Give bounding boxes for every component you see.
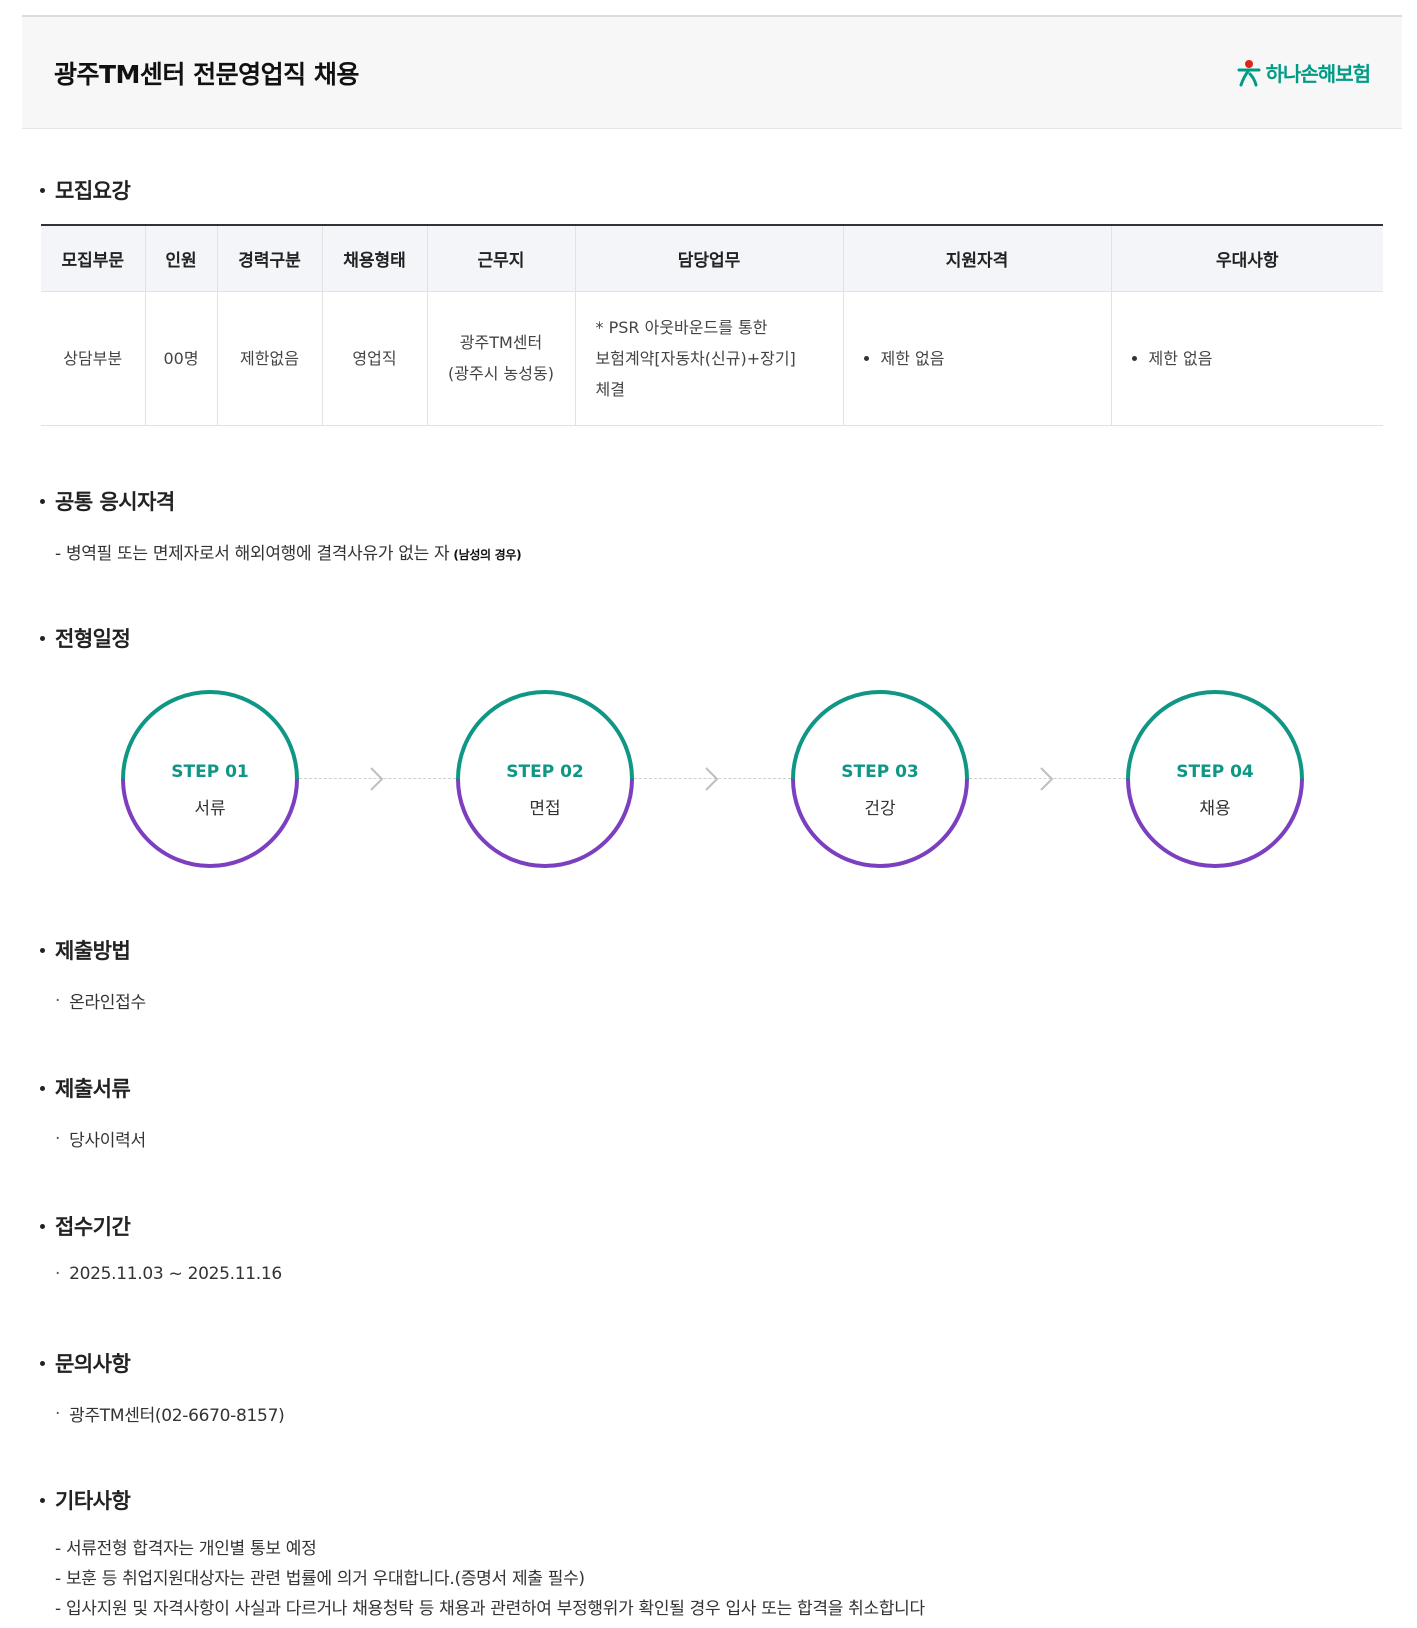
section-title-text: 접수기간 bbox=[55, 1215, 131, 1239]
section-title-text: 기타사항 bbox=[55, 1489, 131, 1513]
qualification-text: 제한 없음 bbox=[880, 348, 945, 368]
page-title: 광주TM센터 전문영업직 채용 bbox=[54, 59, 359, 89]
middot-icon: · bbox=[55, 990, 61, 1011]
common-qualification-text: - 병역필 또는 면제자로서 해외여행에 결격사유가 없는 자 (남성의 경우) bbox=[55, 539, 522, 564]
bullet-icon bbox=[40, 1085, 45, 1091]
step-number: STEP 04 bbox=[1176, 762, 1254, 782]
period-item: · 2025.11.03 ~ 2025.11.16 bbox=[55, 1264, 282, 1284]
duty-line-1: * PSR 아웃바운드를 통한 bbox=[595, 317, 768, 337]
middot-icon: · bbox=[55, 1264, 61, 1284]
hana-logo-icon bbox=[1237, 59, 1261, 86]
cell-headcount: 00명 bbox=[144, 291, 217, 426]
section-title-text: 제출방법 bbox=[55, 939, 131, 963]
table-header-cell: 경력구분 bbox=[216, 225, 322, 292]
etc-line: - 입사지원 및 자격사항이 사실과 다르거나 채용청탁 등 채용과 관련하여 … bbox=[55, 1599, 925, 1619]
cell-qualification: 제한 없음 bbox=[842, 291, 1111, 426]
bullet-icon bbox=[1131, 355, 1137, 361]
page-header: 광주TM센터 전문영업직 채용 하나손해보험 bbox=[22, 15, 1402, 129]
cell-type: 영업직 bbox=[321, 291, 427, 426]
duty-line-2: 보험계약[자동차(신규)+장기] bbox=[595, 348, 796, 368]
step-number: STEP 01 bbox=[171, 762, 249, 782]
recruit-table: 모집부문 인원 경력구분 채용형태 근무지 담당업무 지원자격 우대사항 상담부… bbox=[41, 224, 1383, 426]
section-title-text: 전형일정 bbox=[55, 627, 131, 651]
step-number: STEP 03 bbox=[841, 762, 919, 782]
section-title-text: 공통 응시자격 bbox=[55, 490, 175, 514]
step-04: STEP 04 채용 bbox=[1126, 690, 1304, 868]
inquiry-value: 광주TM센터(02-6670-8157) bbox=[69, 1406, 285, 1426]
section-title-documents: 제출서류 bbox=[40, 1073, 131, 1103]
bullet-icon bbox=[40, 1223, 45, 1229]
section-title-text: 모집요강 bbox=[55, 179, 131, 203]
table-header-cell: 채용형태 bbox=[321, 225, 427, 292]
step-name: 채용 bbox=[1199, 799, 1231, 819]
documents-item: · 당사이력서 bbox=[55, 1126, 146, 1152]
logo-text: 하나손해보험 bbox=[1265, 62, 1371, 86]
bullet-icon bbox=[40, 1497, 45, 1503]
duty-line-3: 체결 bbox=[595, 379, 625, 399]
step-flow: STEP 01 서류 STEP 02 면접 STEP 03 건강 STEP 04… bbox=[0, 690, 1417, 890]
step-01: STEP 01 서류 bbox=[121, 690, 299, 868]
etc-line: - 보훈 등 취업지원대상자는 관련 법률에 의거 우대합니다.(증명서 제출 … bbox=[55, 1569, 585, 1589]
table-header-cell: 지원자격 bbox=[842, 225, 1111, 292]
bullet-icon bbox=[40, 187, 45, 193]
chevron-right-icon bbox=[705, 767, 719, 791]
step-name: 면접 bbox=[529, 799, 561, 819]
table-header-cell: 우대사항 bbox=[1110, 225, 1383, 292]
method-value: 온라인접수 bbox=[69, 993, 146, 1013]
etc-line: - 서류전형 합격자는 개인별 통보 예정 bbox=[55, 1539, 317, 1559]
company-logo[interactable]: 하나손해보험 bbox=[1236, 58, 1371, 87]
step-02: STEP 02 면접 bbox=[456, 690, 634, 868]
bullet-icon bbox=[40, 498, 45, 504]
inquiry-item: · 광주TM센터(02-6670-8157) bbox=[55, 1401, 285, 1427]
bullet-icon bbox=[40, 947, 45, 953]
section-title-text: 제출서류 bbox=[55, 1077, 131, 1101]
documents-value: 당사이력서 bbox=[69, 1131, 146, 1151]
table-header-row: 모집부문 인원 경력구분 채용형태 근무지 담당업무 지원자격 우대사항 bbox=[41, 225, 1383, 292]
section-title-text: 문의사항 bbox=[55, 1352, 131, 1376]
step-03: STEP 03 건강 bbox=[791, 690, 969, 868]
location-line-1: 광주TM센터 bbox=[459, 333, 543, 352]
bullet-icon bbox=[40, 1360, 45, 1366]
cell-division: 상담부분 bbox=[41, 291, 145, 426]
table-header-cell: 인원 bbox=[144, 225, 217, 292]
middot-icon: · bbox=[55, 1128, 61, 1149]
section-title-inquiry: 문의사항 bbox=[40, 1348, 131, 1378]
table-header-cell: 담당업무 bbox=[574, 225, 843, 292]
middot-icon: · bbox=[55, 1403, 61, 1424]
step-number: STEP 02 bbox=[506, 762, 584, 782]
common-qualification-note: (남성의 경우) bbox=[453, 548, 522, 562]
bullet-icon bbox=[863, 355, 869, 361]
period-value: 2025.11.03 ~ 2025.11.16 bbox=[69, 1264, 282, 1284]
section-title-common: 공통 응시자격 bbox=[40, 486, 175, 516]
page: 광주TM센터 전문영업직 채용 하나손해보험 모집요강 모집부문 인원 경력구분 bbox=[0, 0, 1417, 1628]
section-title-etc: 기타사항 bbox=[40, 1485, 131, 1515]
section-title-recruit: 모집요강 bbox=[40, 175, 131, 205]
method-item: · 온라인접수 bbox=[55, 988, 146, 1014]
cell-preference: 제한 없음 bbox=[1110, 291, 1383, 426]
cell-career: 제한없음 bbox=[216, 291, 322, 426]
step-name: 서류 bbox=[194, 799, 226, 819]
chevron-right-icon bbox=[370, 767, 384, 791]
preference-text: 제한 없음 bbox=[1148, 348, 1213, 368]
table-header-cell: 근무지 bbox=[426, 225, 575, 292]
table-header-cell: 모집부문 bbox=[41, 225, 145, 292]
table-row: 상담부분 00명 제한없음 영업직 광주TM센터 (광주시 농성동) * PSR… bbox=[41, 291, 1383, 426]
chevron-right-icon bbox=[1040, 767, 1054, 791]
cell-duty: * PSR 아웃바운드를 통한 보험계약[자동차(신규)+장기] 체결 bbox=[574, 291, 843, 426]
section-title-schedule: 전형일정 bbox=[40, 623, 131, 653]
location-line-2: (광주시 농성동) bbox=[448, 364, 554, 383]
section-title-period: 접수기간 bbox=[40, 1211, 131, 1241]
step-name: 건강 bbox=[864, 799, 896, 819]
cell-location: 광주TM센터 (광주시 농성동) bbox=[426, 291, 575, 426]
section-title-method: 제출방법 bbox=[40, 935, 131, 965]
bullet-icon bbox=[40, 635, 45, 641]
common-qualification-main: - 병역필 또는 면제자로서 해외여행에 결격사유가 없는 자 bbox=[55, 544, 450, 564]
